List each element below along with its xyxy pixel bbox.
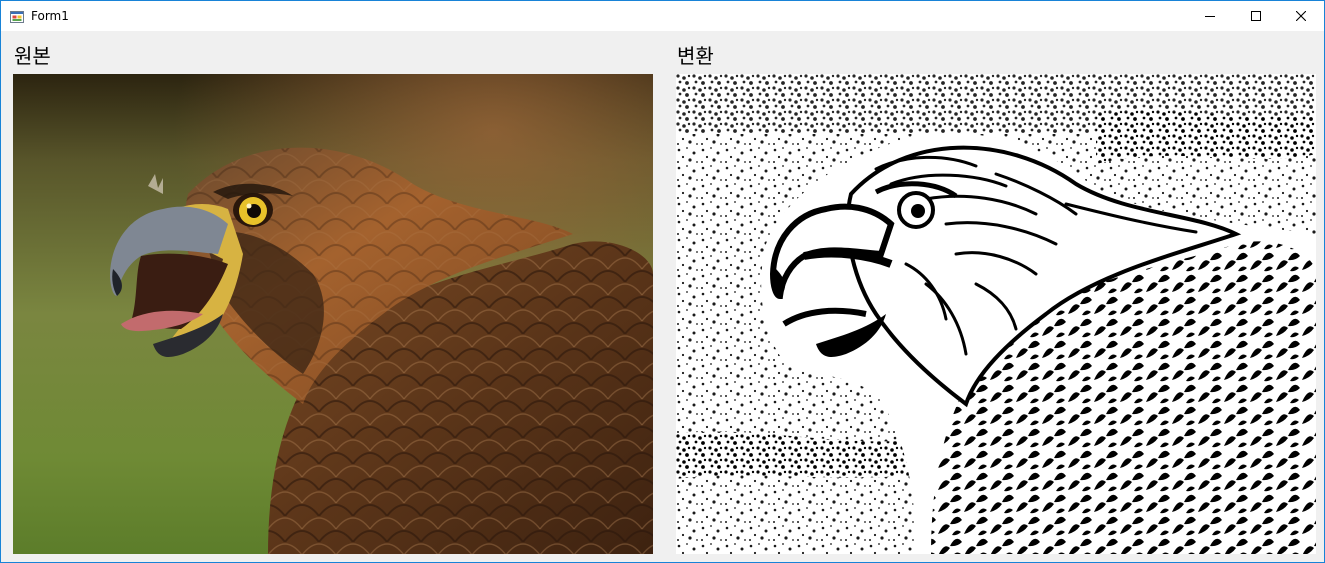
original-picturebox bbox=[13, 74, 653, 554]
close-icon bbox=[1296, 11, 1306, 21]
title-bar[interactable]: Form1 bbox=[1, 1, 1324, 31]
form1-window: Form1 원본 변환 bbox=[0, 0, 1325, 563]
close-button[interactable] bbox=[1278, 1, 1324, 31]
maximize-icon bbox=[1251, 11, 1261, 21]
window-title: Form1 bbox=[31, 9, 69, 23]
eagle-photo-sketch-converted bbox=[676, 74, 1316, 554]
converted-picturebox bbox=[676, 74, 1316, 554]
converted-label: 변환 bbox=[677, 44, 714, 68]
minimize-icon bbox=[1205, 11, 1215, 21]
eagle-photo-original bbox=[13, 74, 653, 554]
maximize-button[interactable] bbox=[1233, 1, 1279, 31]
minimize-button[interactable] bbox=[1187, 1, 1233, 31]
winforms-app-icon[interactable] bbox=[10, 9, 24, 23]
original-label: 원본 bbox=[14, 44, 51, 68]
